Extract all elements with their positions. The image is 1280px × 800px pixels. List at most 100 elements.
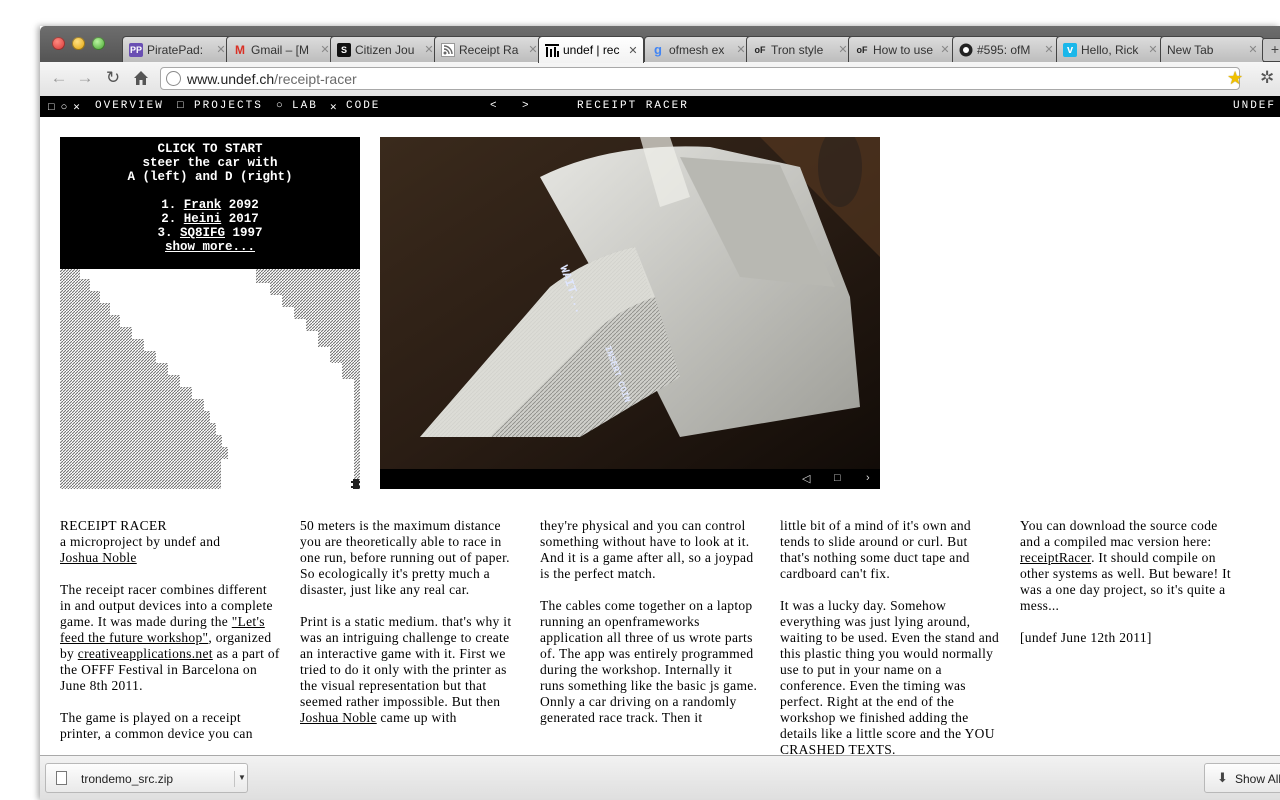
close-window-button[interactable] <box>52 37 65 50</box>
player-car <box>351 479 361 489</box>
home-icon[interactable] <box>130 67 152 89</box>
article-column-5: You can download the source code and a c… <box>1020 518 1240 662</box>
show-all-downloads-button[interactable]: ⬇ Show All <box>1204 763 1280 793</box>
nav-overview[interactable]: OVERVIEW <box>95 100 164 112</box>
site-logo-icons[interactable]: □○✕ <box>48 100 86 114</box>
tab-how-to-use[interactable]: oF How to use ✕ <box>848 36 956 62</box>
close-icon[interactable]: ✕ <box>1043 43 1055 56</box>
tab-label: Hello, Rick <box>1081 42 1139 57</box>
page-info-icon[interactable] <box>166 71 181 86</box>
tab-new-tab[interactable]: New Tab ✕ <box>1160 36 1264 62</box>
tab-label: Gmail – [M <box>251 42 310 57</box>
download-shelf: trondemo_src.zip ▼ ⬇ Show All <box>40 755 1280 800</box>
forward-arrow-icon[interactable]: → <box>74 67 96 89</box>
article-paragraph: they're physical and you can control som… <box>540 518 754 581</box>
undef-icon <box>545 43 559 57</box>
tab-tron-style[interactable]: oF Tron style ✕ <box>746 36 854 62</box>
tab-gmail[interactable]: M Gmail – [M ✕ <box>226 36 336 62</box>
article-date: [undef June 12th 2011] <box>1020 630 1152 645</box>
creativeapplications-link[interactable]: creativeapplications.net <box>78 646 213 661</box>
game-text: CLICK TO START steer the car with A (lef… <box>60 142 360 254</box>
video-controls: ◁ □ › <box>380 469 880 489</box>
download-arrow-icon: ⬇ <box>1217 770 1228 785</box>
tab-label: How to use <box>873 42 934 57</box>
zoom-window-button[interactable] <box>92 37 105 50</box>
tab-strip: PP PiratePad: ✕ M Gmail – [M ✕ S Citizen… <box>40 26 1280 63</box>
article-paragraph: It was a lucky day. Somehow everything w… <box>780 598 1000 755</box>
nav-code[interactable]: CODE <box>346 100 380 112</box>
article-byline: a microproject by undef and <box>60 534 221 549</box>
download-item[interactable]: trondemo_src.zip ▼ <box>45 763 248 793</box>
highscore-row: 3. SQ8IFG 1997 <box>157 226 263 240</box>
minimize-window-button[interactable] <box>72 37 85 50</box>
tab-citizen-journal[interactable]: S Citizen Jou ✕ <box>330 36 440 62</box>
download-filename: trondemo_src.zip <box>81 772 174 786</box>
highscore-row: 1. Frank 2092 <box>161 198 259 212</box>
author-link[interactable]: Joshua Noble <box>300 710 377 725</box>
piratepad-icon: PP <box>129 42 143 57</box>
nav-projects[interactable]: PROJECTS <box>194 100 263 112</box>
tab-vimeo[interactable]: v Hello, Rick ✕ <box>1056 36 1164 62</box>
cross-icon: ✕ <box>330 102 339 114</box>
show-all-label: Show All <box>1235 772 1280 786</box>
close-icon[interactable]: ✕ <box>939 43 951 56</box>
track-edge-left <box>60 269 228 489</box>
circle-icon: ○ <box>276 100 285 112</box>
google-icon: g <box>654 42 662 57</box>
tab-receipt-racer-feed[interactable]: Receipt Ra ✕ <box>434 36 544 62</box>
close-icon[interactable]: ✕ <box>1147 43 1159 56</box>
close-icon[interactable]: ✕ <box>627 44 639 57</box>
next-project-arrow[interactable]: > <box>522 100 531 112</box>
tab-piratepad[interactable]: PP PiratePad: ✕ <box>122 36 232 62</box>
highscore-row: 2. Heini 2017 <box>161 212 259 226</box>
site-brand[interactable]: UNDEF <box>1233 100 1276 112</box>
prev-project-arrow[interactable]: < <box>490 100 499 112</box>
back-arrow-icon[interactable]: ← <box>48 67 70 89</box>
tab-label: New Tab <box>1167 42 1214 57</box>
openframeworks-icon: oF <box>754 44 766 55</box>
file-icon <box>56 771 67 785</box>
author-link[interactable]: Joshua Noble <box>60 550 137 565</box>
tab-ofmesh[interactable]: g ofmesh ex ✕ <box>644 36 752 62</box>
highscore-name-link[interactable]: SQ8IFG <box>180 226 225 240</box>
browser-window: PP PiratePad: ✕ M Gmail – [M ✕ S Citizen… <box>40 26 1280 800</box>
tab-label: Receipt Ra <box>459 42 519 57</box>
volume-icon[interactable]: ◁ <box>802 472 810 485</box>
play-icon[interactable]: › <box>866 472 870 484</box>
close-icon[interactable]: ✕ <box>1247 43 1259 56</box>
bookmark-star-icon[interactable]: ★ <box>1227 68 1243 89</box>
page-title: RECEIPT RACER <box>577 100 689 112</box>
article-column-1: RECEIPT RACER a microproject by undef and… <box>60 518 280 741</box>
square-icon: □ <box>177 100 186 112</box>
tab-undef-active[interactable]: undef | rec ✕ <box>538 36 644 63</box>
rss-icon <box>441 42 455 57</box>
tab-label: Tron style <box>771 42 824 57</box>
wrench-icon[interactable]: ✲ <box>1260 68 1274 88</box>
show-more-link[interactable]: show more... <box>165 240 255 254</box>
tab-label: ofmesh ex <box>669 42 725 57</box>
tab-label: #595: ofM <box>977 42 1031 57</box>
article-paragraph: 50 meters is the maximum distance you ar… <box>300 518 510 597</box>
reload-icon[interactable]: ↻ <box>102 67 124 89</box>
game-canvas[interactable]: CLICK TO START steer the car with A (lef… <box>60 137 361 489</box>
citizen-journal-icon: S <box>337 42 351 57</box>
github-icon <box>959 43 973 57</box>
highscore-name-link[interactable]: Frank <box>184 198 222 212</box>
receiptracer-download-link[interactable]: receiptRacer <box>1020 550 1091 565</box>
address-bar[interactable]: www.undef.ch/receipt-racer <box>160 67 1240 90</box>
download-menu-arrow[interactable]: ▼ <box>234 771 249 787</box>
video-frame: WAIT... INSERT COIN <box>380 137 880 469</box>
tab-label: Citizen Jou <box>355 42 415 57</box>
new-tab-button[interactable]: + <box>1262 38 1280 62</box>
nav-lab[interactable]: LAB <box>292 100 318 112</box>
tab-github-issue[interactable]: #595: ofM ✕ <box>952 36 1060 62</box>
page-content: CLICK TO START steer the car with A (lef… <box>40 117 1280 755</box>
game-instruction-line2: A (left) and D (right) <box>127 170 293 184</box>
fullscreen-icon[interactable]: □ <box>834 472 841 484</box>
video-player[interactable]: WAIT... INSERT COIN ◁ □ › <box>380 137 880 489</box>
url-host: www.undef.ch <box>187 71 275 87</box>
highscore-name-link[interactable]: Heini <box>184 212 222 226</box>
tab-label: undef | rec <box>563 43 620 57</box>
tab-label: PiratePad: <box>147 42 204 57</box>
article-column-3: they're physical and you can control som… <box>540 518 760 742</box>
